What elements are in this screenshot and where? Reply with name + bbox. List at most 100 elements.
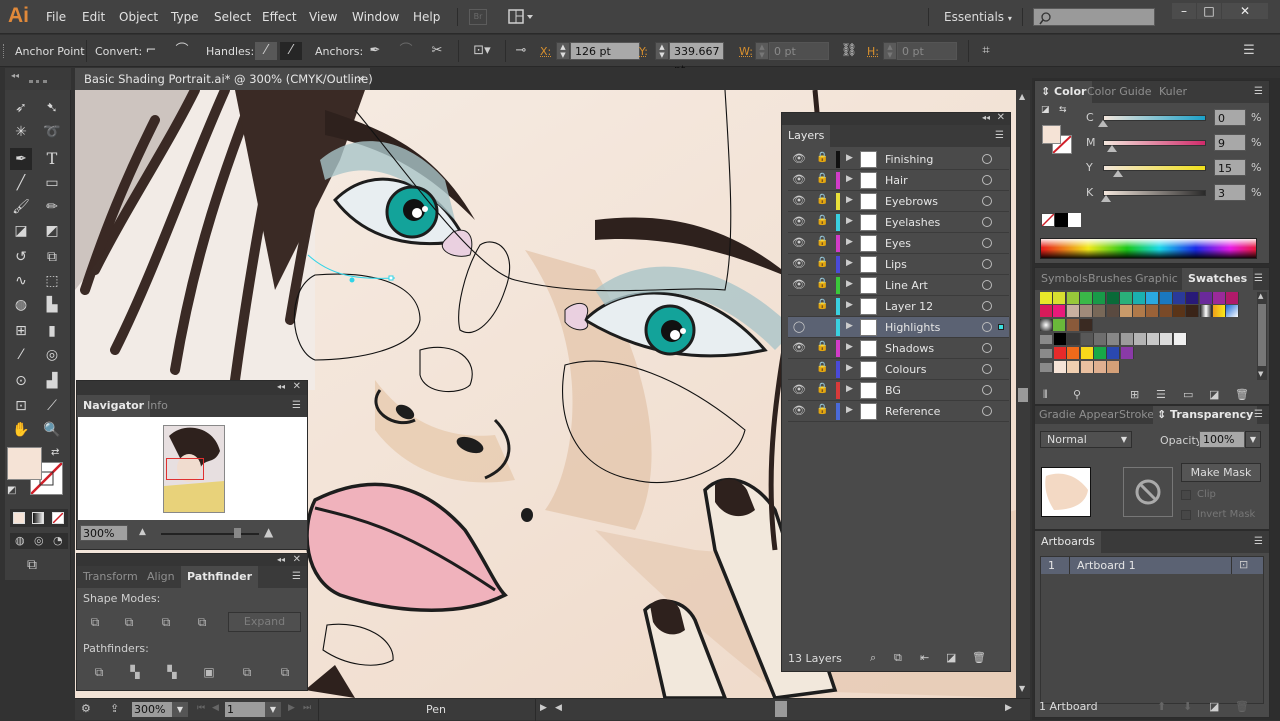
last-artboard-icon[interactable]: ⏭ bbox=[303, 703, 311, 713]
default-colors-icon[interactable]: ◪ bbox=[1041, 105, 1050, 115]
lock-icon[interactable] bbox=[816, 320, 828, 334]
scroll-left-icon[interactable]: ◀ bbox=[555, 703, 562, 713]
layer-row[interactable]: 👁 🔒 ▶ Eyelashes bbox=[788, 212, 1009, 233]
channel-track[interactable] bbox=[1103, 190, 1206, 196]
swatch[interactable] bbox=[1212, 292, 1226, 304]
view-box[interactable] bbox=[166, 458, 204, 480]
swatch[interactable] bbox=[1080, 347, 1094, 359]
expand-arrow-icon[interactable]: ▶ bbox=[846, 153, 853, 163]
swatch[interactable] bbox=[1054, 333, 1067, 345]
target-icon[interactable] bbox=[982, 217, 992, 227]
menu-window[interactable]: Window bbox=[352, 10, 399, 24]
unite-button[interactable]: ⧉ bbox=[87, 614, 103, 630]
target-icon[interactable] bbox=[982, 280, 992, 290]
minus-back-button[interactable]: ⧉ bbox=[277, 664, 293, 680]
swatch[interactable] bbox=[1079, 292, 1093, 304]
invert-mask-checkbox[interactable] bbox=[1181, 510, 1191, 520]
minimize-button[interactable]: – bbox=[1172, 3, 1196, 19]
lock-icon[interactable]: 🔒 bbox=[816, 383, 828, 397]
make-mask-button[interactable]: Make Mask bbox=[1181, 463, 1261, 482]
menu-view[interactable]: View bbox=[309, 10, 337, 24]
color-spectrum[interactable] bbox=[1040, 238, 1257, 259]
swatch[interactable] bbox=[1107, 361, 1121, 373]
screen-mode-icon[interactable]: ⧉ bbox=[27, 557, 37, 573]
swatch-libraries-icon[interactable]: ⫴ bbox=[1043, 388, 1048, 402]
swatch[interactable] bbox=[1186, 305, 1200, 317]
swatch[interactable] bbox=[1080, 361, 1094, 373]
target-icon[interactable] bbox=[982, 406, 992, 416]
swatch[interactable] bbox=[1226, 292, 1240, 304]
gradient-swatch[interactable] bbox=[1212, 305, 1226, 317]
draw-normal-icon[interactable]: ◍ bbox=[15, 534, 25, 547]
draw-inside-icon[interactable]: ◔ bbox=[53, 534, 63, 547]
status-menu-icon[interactable]: ▶ bbox=[540, 703, 547, 713]
convert-to-corner-button[interactable]: ⌐ bbox=[142, 42, 160, 60]
grip-handle[interactable] bbox=[3, 44, 6, 58]
symbol-sprayer-tool[interactable]: ⊙ bbox=[10, 370, 32, 392]
white-swatch[interactable] bbox=[1068, 213, 1081, 227]
swatch[interactable] bbox=[1079, 305, 1093, 317]
panel-menu-icon[interactable]: ☰ bbox=[1254, 86, 1263, 97]
layer-row[interactable]: 👁 🔒 ▶ Eyes bbox=[788, 233, 1009, 254]
target-icon[interactable] bbox=[982, 364, 992, 374]
none-mode-button[interactable] bbox=[52, 512, 64, 524]
fill-swatch[interactable] bbox=[7, 447, 42, 480]
clip-checkbox[interactable] bbox=[1181, 490, 1191, 500]
tab-kuler[interactable]: Kuler bbox=[1153, 81, 1193, 103]
artboard-row[interactable]: 1 Artboard 1 ⊡ bbox=[1041, 557, 1263, 574]
swatch[interactable] bbox=[1133, 305, 1147, 317]
eye-icon[interactable]: 👁 bbox=[791, 152, 807, 166]
h-field[interactable]: 0 pt bbox=[897, 42, 957, 60]
swatch[interactable] bbox=[1159, 292, 1173, 304]
navigator-preview[interactable] bbox=[78, 417, 307, 520]
swatch[interactable] bbox=[1080, 333, 1094, 345]
x-field[interactable]: 126 pt bbox=[570, 42, 640, 60]
move-down-icon[interactable]: ⬇ bbox=[1183, 700, 1192, 713]
scroll-down-icon[interactable]: ▼ bbox=[1019, 684, 1025, 693]
layer-row[interactable]: 👁 🔒 ▶ Hair bbox=[788, 170, 1009, 191]
zoom-dropdown[interactable]: ▼ bbox=[172, 702, 188, 717]
layer-row[interactable]: 👁 🔒 ▶ Eyebrows bbox=[788, 191, 1009, 212]
x-stepper[interactable]: ▲ ▼ bbox=[556, 42, 570, 60]
swatch[interactable] bbox=[1066, 292, 1080, 304]
eye-empty-icon[interactable] bbox=[791, 362, 807, 376]
lock-icon[interactable]: 🔒 bbox=[816, 215, 828, 229]
swap-colors-icon[interactable]: ⇆ bbox=[1059, 105, 1067, 115]
lock-icon[interactable]: 🔒 bbox=[816, 341, 828, 355]
target-icon[interactable] bbox=[982, 196, 992, 206]
target-icon[interactable] bbox=[982, 301, 992, 311]
vertical-scrollbar[interactable]: ▲ ▼ bbox=[1016, 90, 1030, 698]
none-swatch[interactable] bbox=[1041, 213, 1055, 227]
close-icon[interactable]: ✕ bbox=[293, 554, 301, 565]
control-bar-menu-button[interactable]: ☰ bbox=[1240, 42, 1258, 60]
swatch[interactable] bbox=[1106, 305, 1120, 317]
tab-layers[interactable]: Layers bbox=[782, 125, 831, 147]
tab-color-guide[interactable]: Color Guide bbox=[1081, 81, 1158, 103]
color-mode-button[interactable] bbox=[13, 512, 25, 524]
scale-tool[interactable]: ⧉ bbox=[41, 246, 63, 268]
panel-menu-icon[interactable]: ☰ bbox=[1254, 409, 1263, 420]
menu-type[interactable]: Type bbox=[171, 10, 199, 24]
layer-row[interactable]: 🔒 ▶ Layer 12 bbox=[788, 296, 1009, 317]
swatch[interactable] bbox=[1120, 347, 1134, 359]
eye-icon[interactable]: ◯ bbox=[791, 320, 807, 334]
swatch[interactable] bbox=[1133, 333, 1147, 345]
tab-gradient[interactable]: Gradie bbox=[1035, 406, 1080, 424]
expand-arrow-icon[interactable]: ▶ bbox=[846, 300, 853, 310]
expand-arrow-icon[interactable]: ▶ bbox=[846, 342, 853, 352]
close-window-button[interactable]: ✕ bbox=[1222, 3, 1268, 19]
gradient-mode-button[interactable] bbox=[32, 512, 44, 524]
divide-button[interactable]: ⧉ bbox=[91, 664, 107, 680]
lock-icon[interactable]: 🔒 bbox=[816, 173, 828, 187]
swatch[interactable] bbox=[1093, 347, 1107, 359]
zoom-in-icon[interactable]: ▲ bbox=[264, 525, 273, 539]
swatch[interactable] bbox=[1173, 333, 1187, 345]
swatch[interactable] bbox=[1119, 292, 1133, 304]
swatch[interactable] bbox=[1173, 292, 1186, 304]
close-icon[interactable]: ✕ bbox=[997, 112, 1005, 123]
swatch[interactable] bbox=[1093, 292, 1107, 304]
swatch[interactable] bbox=[1067, 347, 1081, 359]
swatch[interactable] bbox=[1054, 361, 1067, 373]
swatch[interactable] bbox=[1040, 305, 1053, 317]
show-handles-button[interactable]: ⁄ bbox=[255, 42, 277, 60]
